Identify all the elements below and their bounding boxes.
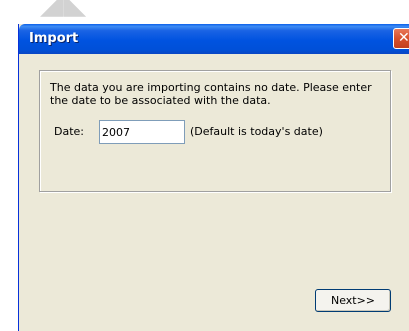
title-bar[interactable]: Import ✕ <box>19 24 409 54</box>
info-message: The data you are importing contains no d… <box>50 81 372 107</box>
date-groupbox: The data you are importing contains no d… <box>39 70 391 192</box>
close-icon: ✕ <box>398 30 409 46</box>
date-input[interactable] <box>99 120 185 144</box>
date-label: Date: <box>54 125 84 138</box>
close-button[interactable]: ✕ <box>393 28 409 49</box>
background-decoration: ◢◣ <box>40 0 87 21</box>
dialog-title: Import <box>29 31 79 46</box>
date-default-hint: (Default is today's date) <box>190 125 323 138</box>
import-dialog: Import ✕ The data you are importing cont… <box>18 24 409 331</box>
next-button[interactable]: Next>> <box>315 289 391 312</box>
